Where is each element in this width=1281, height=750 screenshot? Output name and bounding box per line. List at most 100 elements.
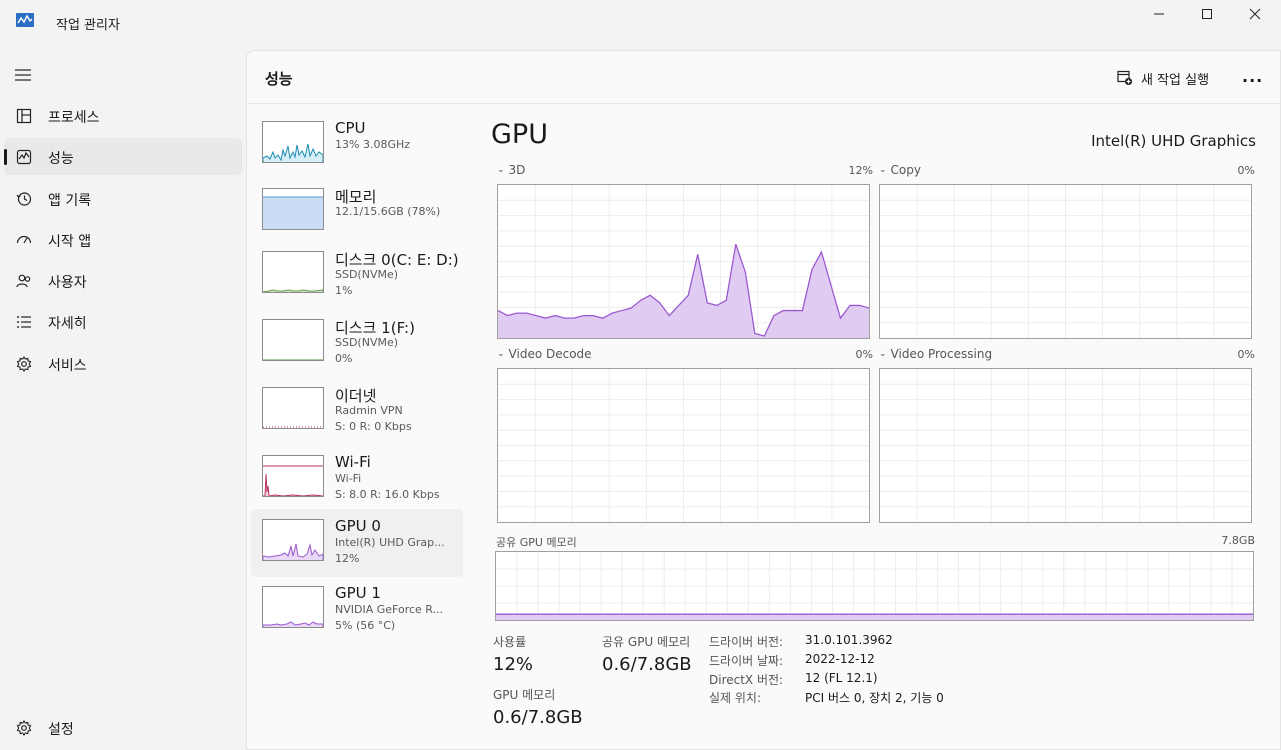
new-task-button[interactable]: 새 작업 실행 bbox=[1117, 67, 1209, 89]
users-icon bbox=[14, 271, 34, 291]
device-detail: 12.1/15.6GB (78%) bbox=[335, 205, 441, 218]
shared-memory-label: 공유 GPU 메모리 bbox=[496, 536, 577, 549]
engine-value: 0% bbox=[855, 348, 873, 361]
engine-copy-graph bbox=[879, 184, 1252, 339]
task-manager-icon bbox=[16, 13, 34, 27]
new-task-label: 새 작업 실행 bbox=[1141, 72, 1210, 88]
engine-video-decode-selector[interactable]: ⌄ Video Decode bbox=[497, 347, 592, 361]
chevron-down-icon: ⌄ bbox=[497, 165, 505, 175]
shared-memory-max: 7.8GB bbox=[1221, 534, 1255, 547]
engine-video-processing-graph bbox=[879, 368, 1252, 523]
hamburger-icon bbox=[15, 69, 31, 81]
device-usage: 12% bbox=[335, 552, 360, 565]
shared-gpu-memory-value: 0.6/7.8GB bbox=[602, 654, 692, 675]
device-cpu[interactable]: CPU 13% 3.08GHz bbox=[251, 115, 463, 183]
settings-button[interactable]: 설정 bbox=[4, 709, 242, 746]
maximize-button[interactable] bbox=[1184, 0, 1230, 28]
device-detail: NVIDIA GeForce R... bbox=[335, 603, 444, 616]
minimize-button[interactable] bbox=[1136, 0, 1182, 28]
gear-icon bbox=[14, 718, 34, 738]
engine-label: Copy bbox=[890, 163, 921, 177]
device-usage: 0% bbox=[335, 352, 353, 365]
details-icon bbox=[14, 312, 34, 332]
more-options-button[interactable]: ... bbox=[1242, 67, 1263, 86]
engine-video-decode-graph bbox=[497, 368, 870, 523]
engine-label: Video Decode bbox=[508, 347, 592, 361]
driver-date-key: 드라이버 날짜: bbox=[709, 654, 784, 668]
sidebar-item-performance[interactable]: 성능 bbox=[4, 138, 242, 176]
device-usage: S: 0 R: 0 Kbps bbox=[335, 420, 412, 433]
chevron-down-icon: ⌄ bbox=[497, 349, 505, 359]
device-name: 이더넷 bbox=[335, 387, 377, 405]
sidebar-item-label: 프로세스 bbox=[48, 110, 100, 126]
sidebar-item-label: 시작 앱 bbox=[48, 233, 92, 250]
services-icon bbox=[14, 354, 34, 374]
cpu-thumbnail bbox=[262, 121, 324, 163]
engine-video-processing-selector[interactable]: ⌄ Video Processing bbox=[879, 347, 992, 361]
gpu-memory-value: 0.6/7.8GB bbox=[493, 707, 583, 728]
device-name: Wi-Fi bbox=[335, 453, 371, 471]
main-panel: 성능 새 작업 실행 ... CPU 13% 3.08GHz 메모리 12.1/… bbox=[246, 50, 1281, 750]
device-disk-1[interactable]: 디스크 1(F:) SSD(NVMe) 0% bbox=[251, 313, 463, 381]
device-memory[interactable]: 메모리 12.1/15.6GB (78%) bbox=[251, 182, 463, 250]
directx-version-key: DirectX 버전: bbox=[709, 673, 784, 687]
device-gpu-1[interactable]: GPU 1 NVIDIA GeForce R... 5% (56 °C) bbox=[251, 580, 463, 648]
directx-version-value: 12 (FL 12.1) bbox=[805, 671, 878, 685]
engine-label: Video Processing bbox=[890, 347, 993, 361]
sidebar-item-details[interactable]: 자세히 bbox=[4, 303, 242, 340]
sidebar-item-startup-apps[interactable]: 시작 앱 bbox=[4, 221, 242, 258]
device-disk-0[interactable]: 디스크 0(C: E: D:) SSD(NVMe) 1% bbox=[251, 245, 463, 313]
hamburger-menu-button[interactable] bbox=[12, 64, 34, 86]
performance-icon bbox=[14, 147, 34, 167]
chevron-down-icon: ⌄ bbox=[879, 349, 887, 359]
engine-value: 12% bbox=[848, 164, 873, 177]
sidebar-item-label: 서비스 bbox=[48, 357, 87, 374]
usage-value: 12% bbox=[493, 654, 534, 675]
sidebar-item-processes[interactable]: 프로세스 bbox=[4, 97, 242, 134]
device-detail: Radmin VPN bbox=[335, 404, 403, 417]
sidebar-item-services[interactable]: 서비스 bbox=[4, 345, 242, 382]
shared-gpu-memory-label: 공유 GPU 메모리 bbox=[602, 635, 691, 649]
engine-3d-selector[interactable]: ⌄ 3D bbox=[497, 163, 525, 177]
disk-0-thumbnail bbox=[262, 251, 324, 293]
engine-value: 0% bbox=[1237, 348, 1255, 361]
close-button[interactable] bbox=[1232, 0, 1278, 28]
sidebar-item-label: 성능 bbox=[48, 151, 74, 168]
ethernet-thumbnail bbox=[262, 387, 324, 429]
page-title: 성능 bbox=[265, 70, 293, 88]
device-ethernet[interactable]: 이더넷 Radmin VPN S: 0 R: 0 Kbps bbox=[251, 381, 463, 449]
gpu-1-thumbnail bbox=[262, 586, 324, 628]
driver-version-key: 드라이버 버전: bbox=[709, 635, 784, 649]
title-bar: 작업 관리자 bbox=[0, 0, 1281, 46]
sidebar-item-label: 사용자 bbox=[48, 275, 87, 292]
header-divider bbox=[247, 103, 1281, 104]
sidebar-nav: 프로세스 성능 앱 기록 시작 앱 사용자 자세히 서비스 bbox=[4, 97, 242, 386]
device-usage: 5% (56 °C) bbox=[335, 619, 396, 632]
driver-version-value: 31.0.101.3962 bbox=[805, 633, 893, 647]
device-detail: 13% 3.08GHz bbox=[335, 138, 411, 151]
device-detail: Wi-Fi bbox=[335, 472, 362, 485]
shared-memory-graph bbox=[495, 551, 1254, 621]
device-name: GPU 0 bbox=[335, 517, 381, 535]
device-name: CPU bbox=[335, 119, 366, 137]
device-detail: SSD(NVMe) bbox=[335, 336, 399, 349]
physical-location-key: 실제 위치: bbox=[709, 691, 762, 705]
engine-copy-selector[interactable]: ⌄ Copy bbox=[879, 163, 921, 177]
processes-icon bbox=[14, 106, 34, 126]
device-detail: Intel(R) UHD Grap... bbox=[335, 536, 445, 549]
gpu-title: GPU bbox=[491, 119, 548, 150]
physical-location-value: PCI 버스 0, 장치 2, 기능 0 bbox=[805, 691, 944, 705]
device-name: 디스크 1(F:) bbox=[335, 319, 415, 337]
sidebar-item-label: 자세히 bbox=[48, 316, 87, 333]
device-wifi[interactable]: Wi-Fi Wi-Fi S: 8.0 R: 16.0 Kbps bbox=[251, 449, 463, 517]
sidebar-item-users[interactable]: 사용자 bbox=[4, 262, 242, 299]
memory-thumbnail bbox=[262, 188, 324, 230]
engine-value: 0% bbox=[1237, 164, 1255, 177]
disk-1-thumbnail bbox=[262, 319, 324, 361]
app-title: 작업 관리자 bbox=[56, 18, 120, 33]
gpu-0-thumbnail bbox=[262, 519, 324, 561]
device-name: GPU 1 bbox=[335, 584, 381, 602]
device-gpu-0[interactable]: GPU 0 Intel(R) UHD Grap... 12% bbox=[251, 509, 463, 577]
sidebar-item-app-history[interactable]: 앱 기록 bbox=[4, 180, 242, 217]
device-detail: SSD(NVMe) bbox=[335, 268, 399, 281]
